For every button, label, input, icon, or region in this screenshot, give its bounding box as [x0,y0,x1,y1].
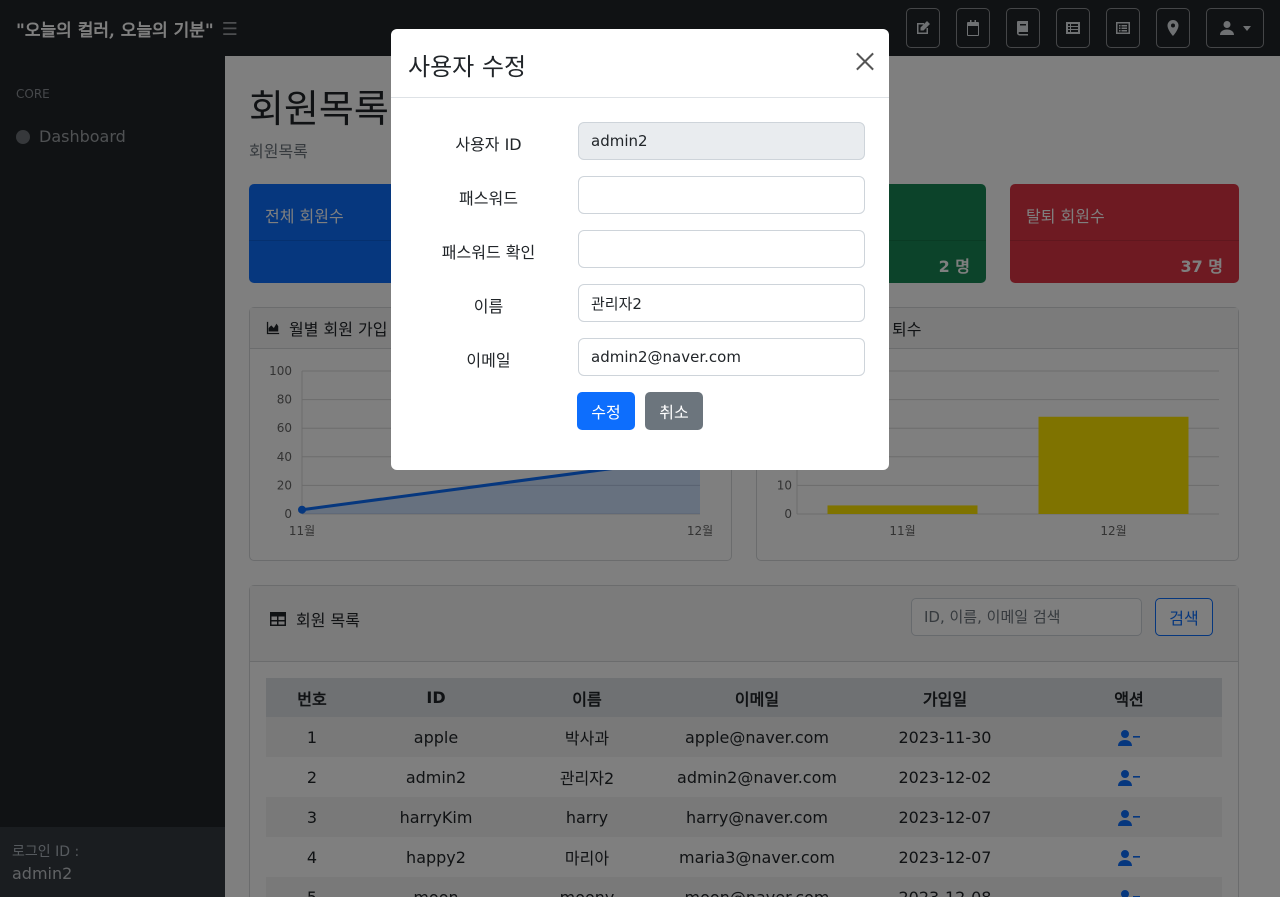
edit-user-modal: 사용자 수정 사용자 ID 패스워드 패스워드 확인 이름 이메일 수정 취소 [391,29,889,470]
password-confirm-label: 패스워드 확인 [441,243,536,262]
password-row: 패스워드 [391,176,889,214]
email-label: 이메일 [466,351,511,370]
user-id-label: 사용자 ID [455,135,522,154]
save-button[interactable]: 수정 [577,392,635,430]
password-confirm-field[interactable] [578,230,865,268]
cancel-button[interactable]: 취소 [645,392,703,430]
modal-title: 사용자 수정 [408,53,527,81]
email-row: 이메일 [391,338,889,376]
modal-header: 사용자 수정 [391,29,889,98]
name-label: 이름 [473,297,504,316]
name-row: 이름 [391,284,889,322]
password-confirm-row: 패스워드 확인 [391,230,889,268]
email-field[interactable] [578,338,865,376]
name-field[interactable] [578,284,865,322]
password-field[interactable] [578,176,865,214]
user-id-field[interactable] [578,122,865,160]
close-icon[interactable] [855,51,875,71]
user-id-row: 사용자 ID [391,122,889,160]
password-label: 패스워드 [459,189,518,208]
